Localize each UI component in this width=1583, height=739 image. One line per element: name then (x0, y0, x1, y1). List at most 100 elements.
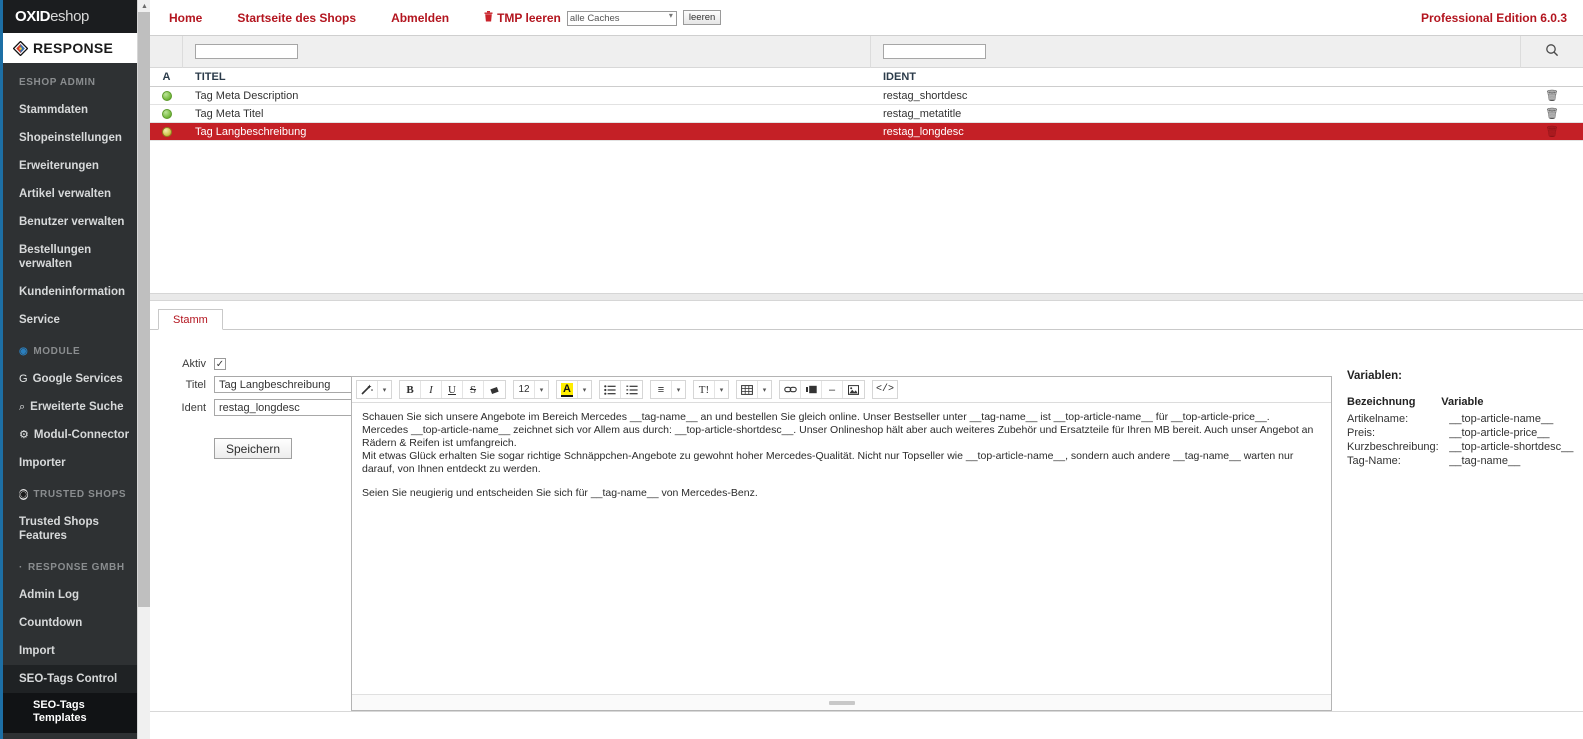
input-titel[interactable] (214, 376, 362, 393)
strikethrough-icon[interactable]: S (463, 381, 484, 398)
row-delete-cell[interactable]: 🗑 (1521, 89, 1583, 102)
sidebar-item-stammdaten[interactable]: Stammdaten (3, 96, 137, 124)
sidebar-item-trusted-shops-features[interactable]: Trusted Shops Features (3, 508, 137, 550)
variables-header-variable: Variable (1441, 396, 1484, 408)
sidebar-item-service[interactable]: Service (3, 306, 137, 334)
paragraph-style-icon[interactable]: T! (694, 381, 715, 398)
sidebar-nav: ESHOP ADMIN Stammdaten Shopeinstellungen… (3, 63, 137, 733)
sidebar-item-artikel-verwalten[interactable]: Artikel verwalten (3, 180, 137, 208)
sidebar-item-admin-log[interactable]: Admin Log (3, 581, 137, 609)
column-header-a[interactable]: A (150, 71, 183, 83)
sidebar-item-kundeninformation[interactable]: Kundeninformation (3, 278, 137, 306)
editor-line-1: Schauen Sie sich unsere Angebote im Bere… (362, 411, 1270, 423)
unordered-list-icon[interactable] (600, 381, 621, 398)
nav-link-home[interactable]: Home (169, 11, 202, 25)
eraser-icon[interactable] (484, 381, 505, 398)
response-logo[interactable]: RESPONSE (3, 33, 137, 63)
sidebar-item-benutzer-verwalten[interactable]: Benutzer verwalten (3, 208, 137, 236)
chevron-down-icon[interactable]: ▾ (758, 381, 771, 398)
variable-name: Preis: (1347, 427, 1376, 439)
nav-section-trusted-shops: ◉ TRUSTED SHOPS (3, 477, 137, 508)
resize-grip-icon[interactable] (828, 700, 855, 705)
bold-icon[interactable]: B (400, 381, 421, 398)
field-row-aktiv: Aktiv ✓ (164, 358, 494, 370)
nav-section-label: TRUSTED SHOPS (33, 489, 127, 500)
list-bottom-strip (150, 293, 1583, 301)
sidebar-item-seo-tags-control[interactable]: SEO-Tags Control (3, 665, 137, 693)
toolbar-group-paragraph-style: T! ▾ (693, 380, 729, 399)
sidebar-item-google-services[interactable]: G Google Services (3, 365, 137, 393)
leeren-button[interactable]: leeren (682, 10, 722, 25)
chevron-down-icon[interactable]: ▾ (715, 381, 728, 398)
input-ident[interactable] (214, 399, 362, 416)
sidebar-item-modul-connector[interactable]: ⚙ Modul-Connector (3, 421, 137, 449)
link-icon[interactable] (780, 381, 801, 398)
nav-link-abmelden[interactable]: Abmelden (391, 11, 449, 25)
sidebar-item-label: Bestellungen verwalten (19, 244, 92, 270)
delete-icon[interactable]: 🗑 (1545, 125, 1559, 138)
font-size-selector[interactable]: 12 (514, 381, 535, 398)
horizontal-rule-icon[interactable]: – (822, 381, 843, 398)
editor-footer (352, 694, 1331, 710)
sidebar-item-bestellungen-verwalten[interactable]: Bestellungen verwalten (3, 236, 137, 278)
page-scrollbar[interactable]: ▲ (137, 0, 151, 739)
variables-table: Bezeichnung Variable Artikelname: __top-… (1347, 396, 1577, 468)
variable-token: __top-article-name__ (1449, 413, 1554, 425)
search-icon[interactable] (1545, 43, 1559, 60)
oxid-eshop-logo[interactable]: OXID eshop (3, 0, 137, 33)
ordered-list-icon[interactable] (621, 381, 642, 398)
editor-content[interactable]: Schauen Sie sich unsere Angebote im Bere… (352, 403, 1331, 683)
tab-stamm[interactable]: Stamm (158, 309, 223, 330)
filter-input-titel[interactable] (195, 44, 298, 59)
filter-cell-search (1521, 36, 1583, 68)
table-row[interactable]: Tag Langbeschreibung restag_longdesc 🗑 (150, 123, 1583, 141)
sidebar-item-label: Service (19, 314, 60, 326)
delete-icon[interactable]: 🗑 (1545, 107, 1559, 120)
sidebar-item-importer[interactable]: Importer (3, 449, 137, 477)
source-code-icon[interactable]: </> (873, 381, 897, 398)
checkbox-aktiv[interactable]: ✓ (214, 358, 226, 370)
column-header-ident[interactable]: IDENT (871, 71, 1521, 83)
save-button[interactable]: Speichern (214, 438, 293, 459)
delete-icon[interactable]: 🗑 (1545, 89, 1559, 102)
magic-wand-icon[interactable] (357, 381, 378, 398)
chevron-down-icon[interactable]: ▾ (578, 381, 591, 398)
variable-name: Artikelname: (1347, 413, 1409, 425)
toolbar-group-format: B I U S (399, 380, 506, 399)
text-color-letter: A (561, 382, 573, 397)
insert-block-icon[interactable] (801, 381, 822, 398)
sidebar-item-import[interactable]: Import (3, 637, 137, 665)
label-titel: Titel (185, 378, 206, 391)
sidebar-item-shopeinstellungen[interactable]: Shopeinstellungen (3, 124, 137, 152)
align-icon[interactable]: ≡ (651, 381, 672, 398)
google-icon: G (19, 373, 28, 385)
nav-section-label: MODULE (33, 346, 81, 357)
column-header-titel[interactable]: TITEL (183, 71, 871, 83)
underline-icon[interactable]: U (442, 381, 463, 398)
chevron-down-icon[interactable]: ▾ (672, 381, 685, 398)
table-row[interactable]: Tag Meta Description restag_shortdesc 🗑 (150, 87, 1583, 105)
text-color-icon[interactable]: A (557, 381, 578, 398)
sidebar-item-erweiterte-suche[interactable]: ⌕ Erweiterte Suche (3, 393, 137, 421)
toolbar-group-align: ≡ ▾ (650, 380, 686, 399)
tmp-leeren-button[interactable]: TMP leeren (484, 10, 561, 25)
variables-row: Artikelname: __top-article-name__ (1347, 412, 1577, 426)
font-size-value: 12 (518, 384, 530, 395)
nav-link-startseite-des-shops[interactable]: Startseite des Shops (237, 11, 356, 25)
cache-select[interactable]: alle Caches (566, 10, 677, 26)
sidebar-item-erweiterungen[interactable]: Erweiterungen (3, 152, 137, 180)
chevron-down-icon[interactable]: ▾ (378, 381, 391, 398)
italic-icon[interactable]: I (421, 381, 442, 398)
filter-input-ident[interactable] (883, 44, 986, 59)
nav-section-module: ◉ MODULE (3, 334, 137, 365)
chevron-down-icon[interactable]: ▾ (535, 381, 548, 398)
table-icon[interactable] (737, 381, 758, 398)
row-delete-cell[interactable]: 🗑 (1521, 125, 1583, 138)
sidebar-item-countdown[interactable]: Countdown (3, 609, 137, 637)
row-delete-cell[interactable]: 🗑 (1521, 107, 1583, 120)
image-icon[interactable] (843, 381, 864, 398)
sidebar-subitem-seo-tags-templates[interactable]: SEO-Tags Templates (3, 693, 137, 733)
table-row[interactable]: Tag Meta Titel restag_metatitle 🗑 (150, 105, 1583, 123)
variables-panel: Variablen: Bezeichnung Variable Artikeln… (1347, 370, 1577, 468)
variables-row: Tag-Name: __tag-name__ (1347, 454, 1577, 468)
